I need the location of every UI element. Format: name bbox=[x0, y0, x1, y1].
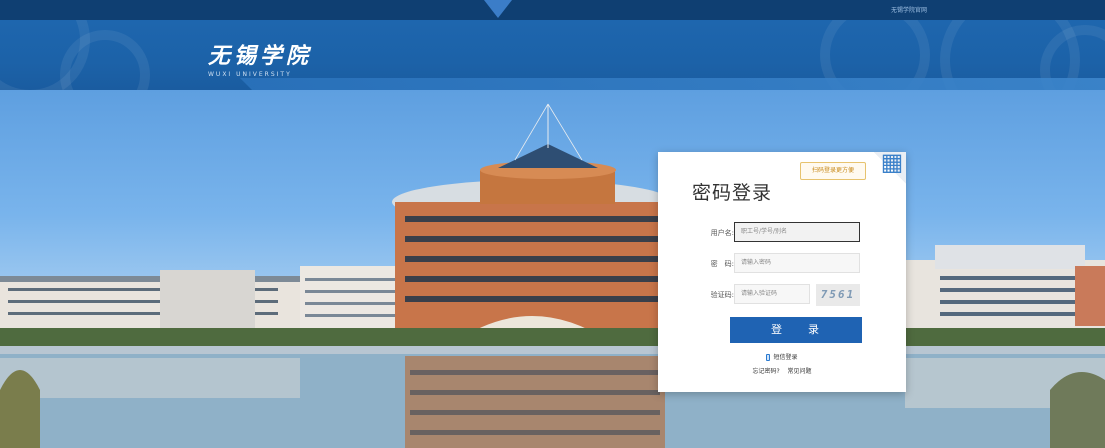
username-row: 用户名: 职工号/学号/别名 bbox=[658, 222, 906, 244]
school-name-en: WUXI UNIVERSITY bbox=[208, 71, 292, 78]
header-band bbox=[240, 78, 1105, 90]
username-label: 用户名: bbox=[710, 229, 734, 237]
qr-login-tip: 扫码登录更方便 bbox=[800, 162, 866, 180]
school-name-cn: 无锡学院 bbox=[208, 43, 313, 69]
captcha-row: 验证码: 请输入验证码 7561 bbox=[658, 284, 906, 306]
login-title: 密码登录 bbox=[692, 182, 773, 204]
username-input[interactable]: 职工号/学号/别名 bbox=[734, 222, 860, 242]
captcha-image[interactable]: 7561 bbox=[816, 284, 860, 306]
sms-login-link[interactable]: 短信登录 bbox=[658, 352, 906, 361]
qr-code-icon[interactable]: ▦ bbox=[878, 148, 906, 176]
password-input[interactable]: 请输入密码 bbox=[734, 253, 860, 273]
school-logo: 无锡学院 WUXI UNIVERSITY bbox=[208, 38, 312, 78]
forgot-password-link[interactable]: 忘记密码? bbox=[752, 368, 779, 375]
official-site-link[interactable]: 无锡学院官网 bbox=[891, 5, 927, 14]
password-row: 密 码: 请输入密码 bbox=[658, 253, 906, 275]
login-card: ▦ 扫码登录更方便 密码登录 用户名: 职工号/学号/别名 密 码: 请输入密码… bbox=[658, 148, 906, 392]
captcha-label: 验证码: bbox=[710, 291, 734, 299]
password-label: 密 码: bbox=[710, 260, 734, 268]
phone-icon bbox=[766, 354, 771, 361]
campus-background-image bbox=[0, 90, 1105, 448]
header: 无锡学院 WUXI UNIVERSITY bbox=[0, 20, 1105, 90]
top-strip: 无锡学院官网 bbox=[0, 0, 1105, 20]
login-button[interactable]: 登录 bbox=[730, 317, 862, 343]
help-links: 忘记密码? 常见问题 bbox=[658, 366, 906, 375]
faq-link[interactable]: 常见问题 bbox=[788, 368, 812, 375]
captcha-input[interactable]: 请输入验证码 bbox=[734, 284, 810, 304]
sms-login-label: 短信登录 bbox=[773, 354, 798, 361]
